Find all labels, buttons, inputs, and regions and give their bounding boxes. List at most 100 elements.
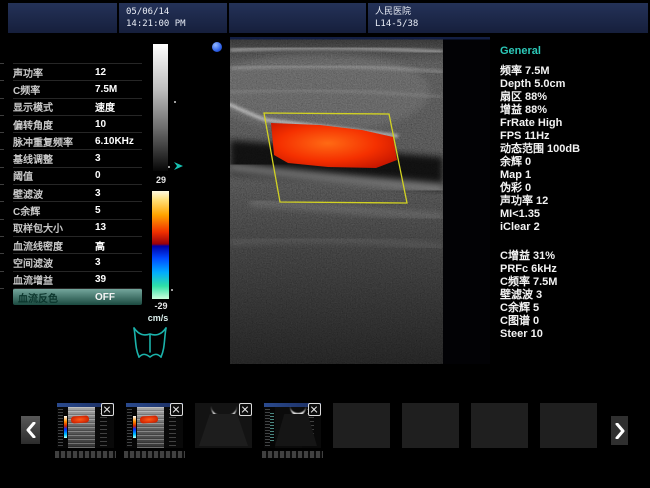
prev-thumbnails-button[interactable]: [21, 416, 40, 444]
parameter-value: 3: [95, 153, 142, 164]
topbar-hospital: 人民医院 L14-5/38: [368, 3, 648, 33]
grayscale-bar: [153, 44, 168, 171]
thumbnail-bmode-area: [68, 407, 95, 448]
param-line: 增益 88%: [500, 104, 648, 117]
parameter-label: 脉冲重复频率: [13, 134, 95, 149]
thumbnail[interactable]: [540, 403, 597, 448]
param-line: MI<1.35: [500, 208, 648, 221]
thumbnail-spectral-strip: [264, 407, 275, 448]
time-text: 14:21:00 PM: [119, 18, 227, 30]
parameter-value: 13: [95, 222, 142, 233]
parameter-row[interactable]: 声功率 12: [13, 63, 142, 80]
thumbnail[interactable]: [333, 403, 390, 448]
ultrasound-scan: [230, 37, 490, 364]
parameter-value: 12: [95, 67, 142, 78]
param-line: 声功率 12: [500, 195, 648, 208]
param-line: C频率 7.5M: [500, 276, 648, 289]
param-line: 壁滤波 3: [500, 289, 648, 302]
parameter-label: 空间滤波: [13, 255, 95, 270]
parameter-value: 39: [95, 274, 142, 285]
parameter-value: 5: [95, 205, 142, 216]
preset-title: General: [500, 45, 648, 58]
speckle-texture: [230, 37, 443, 364]
param-line: C图谱 0: [500, 315, 648, 328]
thumbnail-close-button[interactable]: [308, 403, 321, 416]
param-line: Steer 10: [500, 328, 648, 341]
parameter-row[interactable]: 血流增益 39: [13, 271, 142, 288]
parameter-value: 速度: [95, 99, 142, 114]
topbar-patient-area: [229, 3, 366, 33]
parameter-label: 取样包大小: [13, 220, 95, 235]
parameter-row[interactable]: 阈值 0: [13, 167, 142, 184]
topbar-logo-area: [8, 3, 117, 33]
ultrasound-image[interactable]: [230, 37, 490, 364]
next-thumbnails-button[interactable]: [611, 416, 628, 445]
parameter-label: 显示模式: [13, 99, 95, 114]
param-line: iClear 2: [500, 221, 648, 234]
parameter-row[interactable]: 壁滤波 3: [13, 184, 142, 201]
parameter-row[interactable]: 脉冲重复频率 6.10KHz: [13, 132, 142, 149]
marker-dot: [168, 166, 170, 168]
parameter-value: 3: [95, 188, 142, 199]
date-text: 05/06/14: [119, 6, 227, 18]
parameter-label: 壁滤波: [13, 186, 95, 201]
parameter-value: 3: [95, 257, 142, 268]
thumbnail-close-button[interactable]: [239, 403, 252, 416]
parameter-label: C频率: [13, 82, 95, 97]
parameter-row[interactable]: 血流线密度 高: [13, 236, 142, 253]
thumbnail[interactable]: [195, 403, 252, 448]
parameter-row[interactable]: 显示模式 速度: [13, 98, 142, 115]
parameter-value: 10: [95, 119, 142, 130]
thumbnail-spectral-strip: [57, 407, 68, 448]
thumbnail[interactable]: [264, 403, 321, 448]
param-line: FPS 11Hz: [500, 130, 648, 143]
body-marker-icon[interactable]: [130, 324, 170, 362]
parameter-row[interactable]: 偏转角度 10: [13, 115, 142, 132]
thumbnail-sector-body: [199, 414, 248, 446]
parameter-label: 阈值: [13, 168, 95, 183]
param-line: Depth 5.0cm: [500, 78, 648, 91]
thumbnail-close-button[interactable]: [101, 403, 114, 416]
param-line: PRFc 6kHz: [500, 263, 648, 276]
thumbnail-spectral-strip: [126, 407, 137, 448]
thumbnail-doppler-blob: [71, 415, 89, 423]
thumbnail[interactable]: [57, 403, 114, 448]
c-mode-params: C增益 31% PRFc 6kHz C频率 7.5M 壁滤波 3 C余辉 5 C…: [500, 250, 648, 341]
parameter-row[interactable]: C余辉 5: [13, 201, 142, 218]
thumbnail-close-button[interactable]: [170, 403, 183, 416]
ultrasound-app: 05/06/14 14:21:00 PM 人民医院 L14-5/38 声功率 1…: [0, 0, 650, 488]
parameter-panel: 声功率 12 C频率 7.5M 显示模式 速度 偏转角度 10 脉冲重复频率 6…: [13, 63, 142, 305]
param-line: 扇区 88%: [500, 91, 648, 104]
param-line: 余辉 0: [500, 156, 648, 169]
thumbnail[interactable]: [126, 403, 183, 448]
parameter-row[interactable]: 基线调整 3: [13, 149, 142, 166]
param-line: FrRate High: [500, 117, 648, 130]
parameter-label: 血流线密度: [13, 238, 95, 253]
thumbnail-caption-strip: [55, 451, 116, 458]
chevron-left-icon: [26, 422, 36, 438]
param-line: 频率 7.5M: [500, 65, 648, 78]
thumbnail-caption-strip: [262, 451, 323, 458]
parameter-value: 高: [95, 238, 142, 253]
param-line: Map 1: [500, 169, 648, 182]
param-line: 伪彩 0: [500, 182, 648, 195]
probe-model: L14-5/38: [368, 18, 648, 30]
imaging-info-panel: General 频率 7.5M Depth 5.0cm 扇区 88% 增益 88…: [500, 45, 648, 341]
velocity-unit-label: cm/s: [145, 313, 171, 323]
thumbnail[interactable]: [471, 403, 528, 448]
color-doppler-bar: [152, 191, 169, 299]
parameter-row[interactable]: C频率 7.5M: [13, 80, 142, 97]
b-mode-params: 频率 7.5M Depth 5.0cm 扇区 88% 增益 88% FrRate…: [500, 65, 648, 234]
parameter-label: 血流增益: [13, 272, 95, 287]
param-line: C余辉 5: [500, 302, 648, 315]
param-line: 动态范围 100dB: [500, 143, 648, 156]
parameter-row[interactable]: 血流反色 OFF: [13, 288, 142, 305]
marker-dot: [174, 101, 176, 103]
thumbnail-bmode-area: [137, 407, 164, 448]
parameter-row[interactable]: 空间滤波 3: [13, 253, 142, 270]
thumbnail-caption-strip: [124, 451, 185, 458]
parameter-row[interactable]: 取样包大小 13: [13, 219, 142, 236]
param-line: C增益 31%: [500, 250, 648, 263]
thumbnail[interactable]: [402, 403, 459, 448]
marker-dot: [171, 289, 173, 291]
